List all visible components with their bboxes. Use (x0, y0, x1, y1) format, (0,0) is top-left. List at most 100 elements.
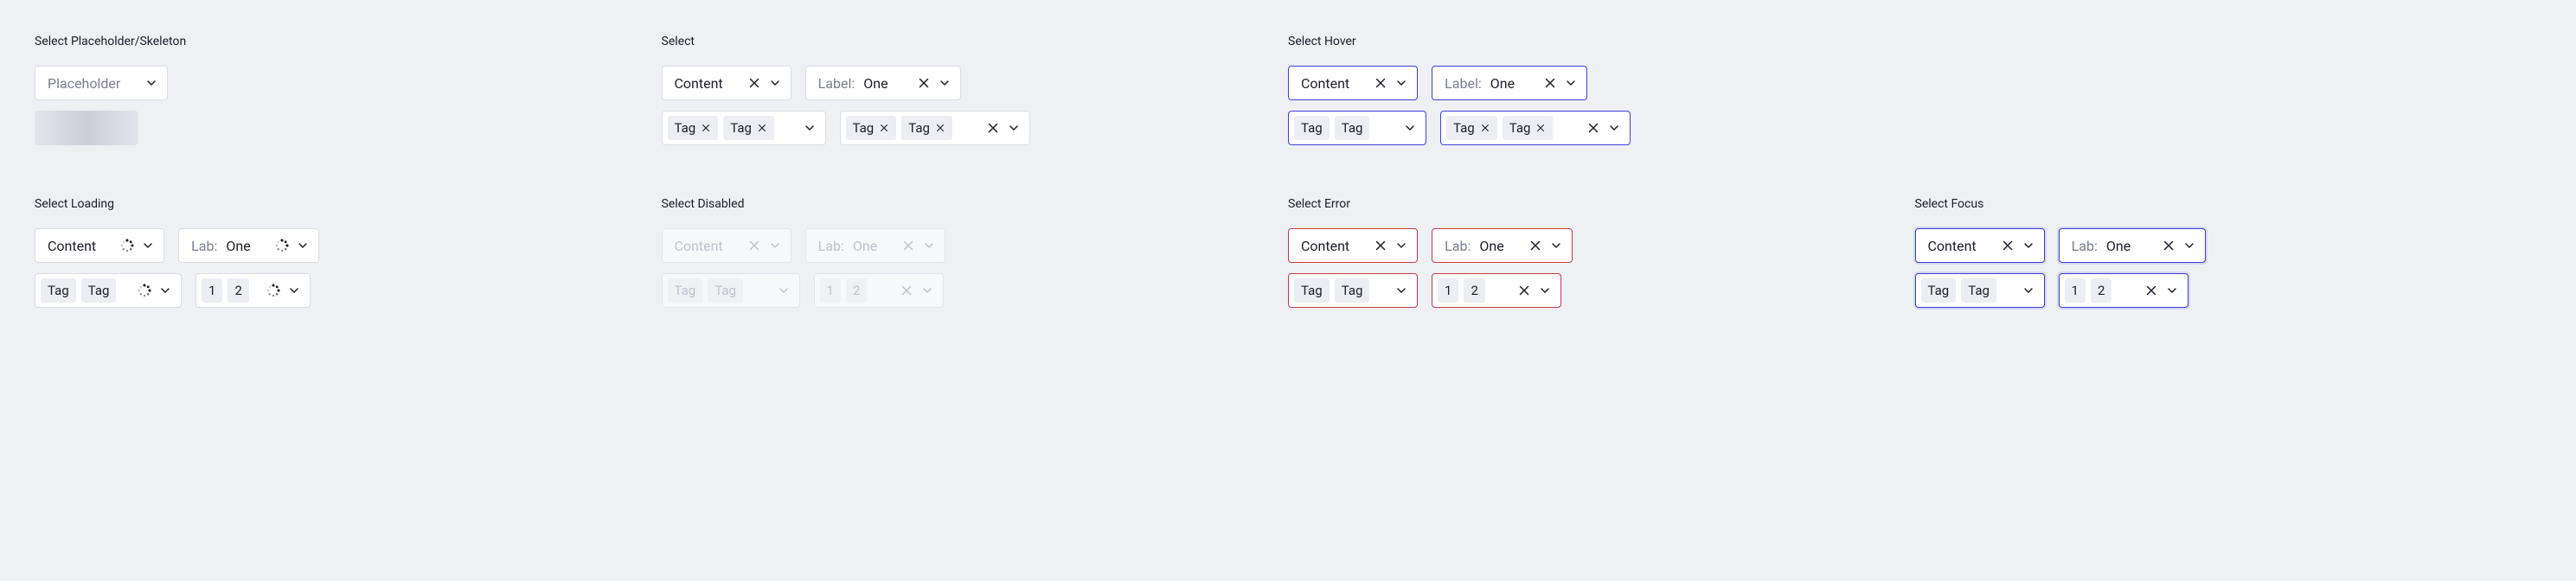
chevron-down-icon (158, 284, 172, 297)
chevron-down-icon (768, 76, 782, 90)
tag-item: 1 (2065, 278, 2086, 303)
select-content-focus[interactable]: Content (1915, 228, 2045, 263)
select-value: One (863, 75, 888, 92)
section-title-hover: Select Hover (1288, 35, 1881, 48)
select-content-hover[interactable]: Content (1288, 66, 1418, 100)
tag-close-icon[interactable] (701, 123, 711, 133)
select-tags-focus[interactable]: Tag Tag (1915, 273, 2045, 308)
clear-icon[interactable] (2001, 239, 2015, 252)
clear-icon[interactable] (1374, 76, 1387, 90)
select-label: Lab: (1445, 238, 1471, 254)
select-nums-loading[interactable]: 1 2 (195, 273, 311, 308)
section-title-placeholder: Select Placeholder/Skeleton (35, 35, 627, 48)
select-placeholder[interactable]: Placeholder (35, 66, 168, 100)
select-labeled-loading[interactable]: Lab: One (178, 228, 319, 263)
tag-text: 2 (2098, 283, 2105, 298)
select-tags-hover[interactable]: Tag Tag (1288, 111, 1426, 145)
tag-item: Tag (1961, 278, 1996, 303)
chevron-down-icon (1394, 239, 1408, 252)
select-labeled[interactable]: Label: One (805, 66, 961, 100)
tag-text: Tag (1301, 120, 1323, 136)
tag-item: Tag (668, 278, 703, 303)
tag-item: 1 (1438, 278, 1458, 303)
select-tags-loading[interactable]: Tag Tag (35, 273, 182, 308)
tag-close-icon[interactable] (757, 123, 767, 133)
tag-close-icon[interactable] (879, 123, 889, 133)
chevron-down-icon (1394, 76, 1408, 90)
tag-text: 1 (827, 283, 834, 298)
select-nums-error[interactable]: 1 2 (1432, 273, 1561, 308)
tag-text: Tag (730, 120, 752, 136)
clear-icon[interactable] (1374, 239, 1387, 252)
chevron-down-icon (1007, 121, 1021, 135)
select-labeled-disabled: Lab: One (805, 228, 946, 263)
tag-item: 1 (820, 278, 841, 303)
tag-item: Tag (1503, 116, 1554, 140)
tag-close-icon[interactable] (1480, 123, 1490, 133)
select-labeled-focus[interactable]: Lab: One (2059, 228, 2206, 263)
select-tags-clearable-hover[interactable]: Tag Tag (1440, 111, 1631, 145)
select-placeholder-text: Placeholder (48, 75, 120, 92)
tag-close-icon[interactable] (1535, 123, 1546, 133)
select-value: Content (1301, 75, 1349, 92)
tag-text: 2 (853, 283, 860, 298)
select-tags-disabled: Tag Tag (662, 273, 800, 308)
tag-item: Tag (81, 278, 117, 303)
chevron-down-icon (1564, 76, 1578, 90)
section-title-error: Select Error (1288, 197, 1881, 211)
clear-icon[interactable] (1528, 239, 1542, 252)
select-value: One (226, 238, 250, 254)
select-content[interactable]: Content (662, 66, 791, 100)
tag-item: Tag (1294, 278, 1330, 303)
chevron-down-icon (2022, 284, 2035, 297)
tag-text: Tag (88, 283, 110, 298)
tag-text: 1 (208, 283, 215, 298)
loading-spinner-icon (120, 239, 134, 252)
select-content-loading[interactable]: Content (35, 228, 164, 263)
tag-item: 1 (202, 278, 222, 303)
chevron-down-icon (1403, 121, 1417, 135)
select-label: Lab: (818, 238, 844, 254)
chevron-down-icon (2182, 239, 2196, 252)
tag-text: Tag (675, 120, 696, 136)
select-labeled-hover[interactable]: Label: One (1432, 66, 1587, 100)
clear-icon[interactable] (1543, 76, 1557, 90)
tag-close-icon[interactable] (935, 123, 945, 133)
chevron-down-icon (922, 239, 936, 252)
loading-spinner-icon (138, 284, 151, 297)
chevron-down-icon (1549, 239, 1563, 252)
tag-text: Tag (48, 283, 69, 298)
tag-text: Tag (853, 120, 875, 136)
select-value: Content (1301, 238, 1349, 254)
clear-icon[interactable] (747, 76, 761, 90)
tag-item: Tag (1294, 116, 1330, 140)
chevron-down-icon (1538, 284, 1552, 297)
clear-icon[interactable] (1517, 284, 1531, 297)
section-title-focus: Select Focus (1915, 197, 2508, 211)
tag-item: Tag (723, 116, 774, 140)
section-title-normal: Select (662, 35, 1254, 48)
tag-item: Tag (708, 278, 743, 303)
clear-icon[interactable] (2162, 239, 2176, 252)
select-nums-disabled: 1 2 (814, 273, 944, 308)
loading-spinner-icon (275, 239, 289, 252)
section-title-disabled: Select Disabled (662, 197, 1254, 211)
tag-item: Tag (1446, 116, 1497, 140)
tag-item: 2 (846, 278, 867, 303)
clear-icon (747, 239, 761, 252)
select-content-error[interactable]: Content (1288, 228, 1418, 263)
tag-text: Tag (1928, 283, 1950, 298)
tag-text: Tag (1342, 120, 1363, 136)
select-nums-focus[interactable]: 1 2 (2059, 273, 2188, 308)
clear-icon (901, 239, 915, 252)
select-tags-clearable[interactable]: Tag Tag (840, 111, 1030, 145)
tag-text: 2 (234, 283, 241, 298)
clear-icon[interactable] (2144, 284, 2158, 297)
select-labeled-error[interactable]: Lab: One (1432, 228, 1573, 263)
select-tags-error[interactable]: Tag Tag (1288, 273, 1418, 308)
clear-icon[interactable] (986, 121, 1000, 135)
select-value: One (853, 238, 877, 254)
select-tags-removable[interactable]: Tag Tag (662, 111, 826, 145)
clear-icon[interactable] (917, 76, 931, 90)
clear-icon[interactable] (1586, 121, 1600, 135)
